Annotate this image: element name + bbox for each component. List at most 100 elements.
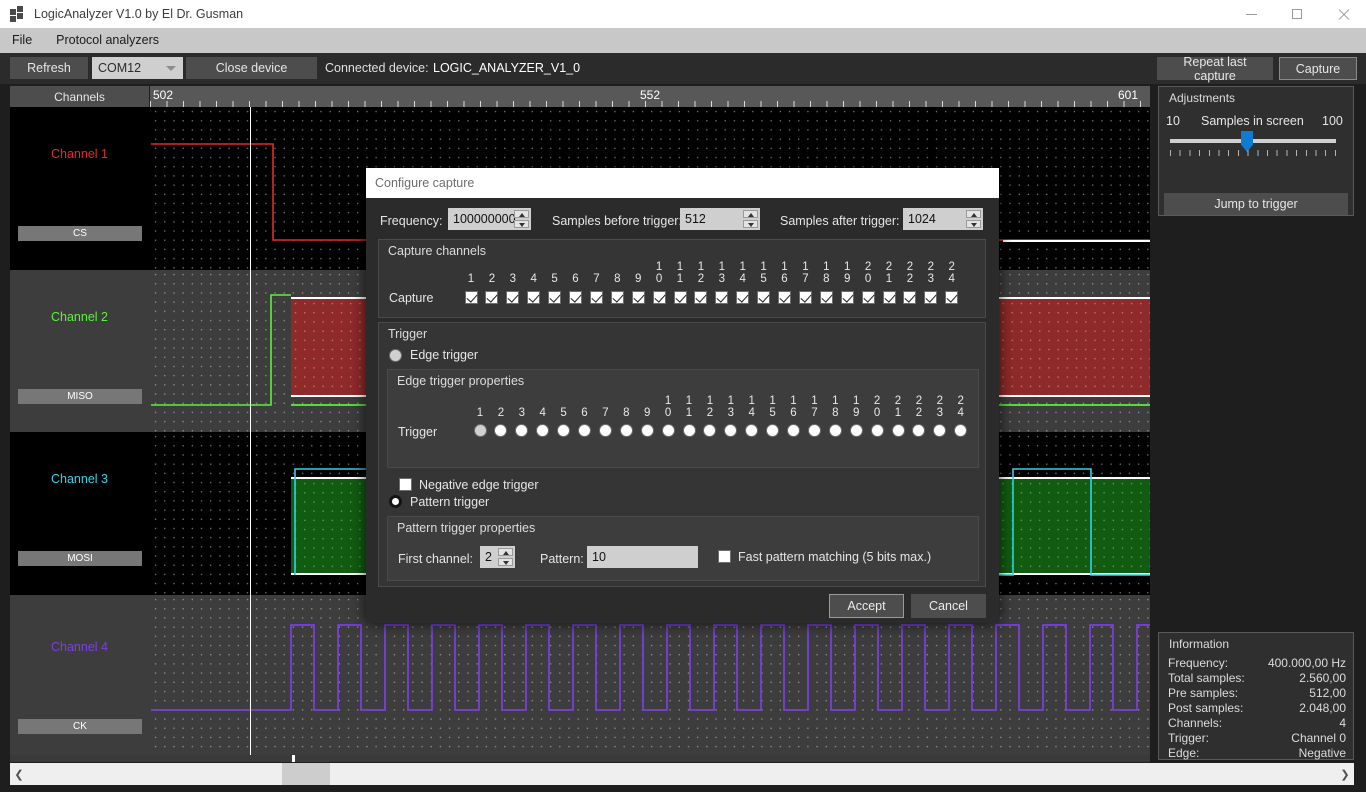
pattern-trigger-radio[interactable] (389, 495, 402, 508)
samples-after-stepper[interactable] (966, 210, 981, 228)
trigger-cursor-4 (250, 595, 251, 760)
edge-trigger-radio-15[interactable] (766, 424, 779, 437)
fast-pattern-matching-checkbox[interactable] (718, 550, 731, 563)
stepper-up-icon[interactable] (966, 210, 981, 218)
edge-trigger-radio-22[interactable] (912, 424, 925, 437)
negative-edge-trigger-label: Negative edge trigger (419, 478, 539, 492)
edge-trigger-radio-16[interactable] (787, 424, 800, 437)
stepper-up-icon[interactable] (514, 210, 529, 218)
capture-channel-checkbox-7[interactable] (590, 291, 603, 304)
cancel-button[interactable]: Cancel (911, 594, 986, 618)
minimize-button[interactable] (1228, 0, 1274, 28)
capture-channel-checkbox-4[interactable] (527, 291, 540, 304)
app-window: LogicAnalyzer V1.0 by El Dr. Gusman File… (0, 0, 1366, 792)
capture-channel-checkbox-5[interactable] (548, 291, 561, 304)
capture-channel-checkbox-17[interactable] (799, 291, 812, 304)
edge-trigger-radio-14[interactable] (745, 424, 758, 437)
edge-trigger-radio-13[interactable] (724, 424, 737, 437)
maximize-button[interactable] (1274, 0, 1320, 28)
edge-trigger-radio-20[interactable] (871, 424, 884, 437)
overview-strip[interactable] (10, 755, 1150, 762)
stepper-down-icon[interactable] (498, 558, 513, 566)
edge-trigger-radio-3[interactable] (515, 424, 528, 437)
capture-channel-checkbox-10[interactable] (653, 291, 666, 304)
samples-slider-track[interactable] (1170, 139, 1336, 143)
jump-to-trigger-button[interactable]: Jump to trigger (1164, 193, 1348, 215)
edge-trigger-radio-2[interactable] (494, 424, 507, 437)
capture-channel-checkbox-1[interactable] (465, 291, 478, 304)
first-channel-label: First channel: (398, 552, 473, 566)
edge-trigger-radio-17[interactable] (808, 424, 821, 437)
capture-channel-checkbox-16[interactable] (778, 291, 791, 304)
capture-channel-checkbox-12[interactable] (694, 291, 707, 304)
edge-column-number-24: 24 (951, 395, 971, 419)
time-ruler[interactable]: 502 552 601 (150, 86, 1150, 107)
capture-channel-checkbox-11[interactable] (674, 291, 687, 304)
info-row-edge: Edge: Negative (1159, 746, 1355, 761)
stepper-up-icon[interactable] (498, 548, 513, 556)
edge-trigger-radio-9[interactable] (641, 424, 654, 437)
edge-trigger-radio-21[interactable] (892, 424, 905, 437)
capture-channel-checkbox-2[interactable] (485, 291, 498, 304)
edge-trigger-radio-18[interactable] (829, 424, 842, 437)
serial-port-select[interactable]: COM12 (92, 57, 183, 79)
edge-trigger-radio[interactable] (389, 349, 402, 362)
samples-before-stepper[interactable] (743, 210, 758, 228)
capture-channel-checkbox-6[interactable] (569, 291, 582, 304)
edge-trigger-radio-7[interactable] (599, 424, 612, 437)
edge-trigger-radio-5[interactable] (557, 424, 570, 437)
capture-column-number-3: 3 (503, 261, 523, 285)
edge-trigger-radio-4[interactable] (536, 424, 549, 437)
edge-column-number-12: 12 (700, 395, 720, 419)
edge-trigger-radio-12[interactable] (703, 424, 716, 437)
first-channel-stepper[interactable] (498, 548, 513, 566)
samples-before-input[interactable]: 512 (680, 208, 760, 230)
capture-channel-checkbox-19[interactable] (841, 291, 854, 304)
capture-channel-checkbox-14[interactable] (736, 291, 749, 304)
pattern-input[interactable]: 10 (587, 546, 698, 568)
stepper-down-icon[interactable] (966, 220, 981, 228)
first-channel-input[interactable]: 2 (480, 546, 515, 568)
edge-trigger-radio-23[interactable] (933, 424, 946, 437)
capture-channel-checkbox-15[interactable] (757, 291, 770, 304)
edge-trigger-radio-10[interactable] (662, 424, 675, 437)
edge-trigger-radio-8[interactable] (620, 424, 633, 437)
stepper-up-icon[interactable] (743, 210, 758, 218)
stepper-down-icon[interactable] (514, 220, 529, 228)
scrollbar-thumb[interactable] (282, 763, 330, 785)
capture-channel-checkbox-20[interactable] (862, 291, 875, 304)
edge-trigger-radio-6[interactable] (578, 424, 591, 437)
capture-channel-checkbox-13[interactable] (715, 291, 728, 304)
capture-channel-checkbox-24[interactable] (945, 291, 958, 304)
samples-before-value: 512 (685, 212, 706, 226)
accept-button[interactable]: Accept (829, 594, 904, 618)
edge-trigger-radio-11[interactable] (683, 424, 696, 437)
trigger-cursor-1 (250, 107, 251, 270)
scroll-left-arrow-icon[interactable]: ❮ (10, 763, 28, 785)
close-device-button[interactable]: Close device (186, 57, 317, 79)
refresh-button[interactable]: Refresh (10, 57, 88, 79)
frequency-input[interactable]: 100000000 (448, 208, 531, 230)
menu-item-file[interactable]: File (0, 28, 44, 53)
channel-label-box-4: Channel 4 CK (10, 595, 149, 760)
edge-trigger-radio-1[interactable] (474, 424, 487, 437)
edge-trigger-radio-24[interactable] (954, 424, 967, 437)
negative-edge-trigger-checkbox[interactable] (399, 478, 412, 491)
capture-channel-checkbox-9[interactable] (632, 291, 645, 304)
capture-channel-checkbox-23[interactable] (924, 291, 937, 304)
scroll-right-arrow-icon[interactable]: ❯ (1336, 763, 1354, 785)
capture-channel-checkbox-18[interactable] (820, 291, 833, 304)
capture-channel-checkbox-3[interactable] (506, 291, 519, 304)
capture-channel-checkbox-8[interactable] (611, 291, 624, 304)
stepper-down-icon[interactable] (743, 220, 758, 228)
capture-channel-checkbox-22[interactable] (903, 291, 916, 304)
capture-channel-checkbox-21[interactable] (883, 291, 896, 304)
horizontal-scrollbar[interactable]: ❮ ❯ (10, 763, 1354, 785)
edge-trigger-radio-19[interactable] (850, 424, 863, 437)
capture-button[interactable]: Capture (1279, 57, 1357, 80)
repeat-last-capture-button[interactable]: Repeat last capture (1157, 57, 1273, 80)
samples-after-input[interactable]: 1024 (903, 208, 983, 230)
menu-item-protocol-analyzers[interactable]: Protocol analyzers (44, 28, 171, 53)
close-button[interactable] (1320, 0, 1366, 28)
frequency-stepper[interactable] (514, 210, 529, 228)
